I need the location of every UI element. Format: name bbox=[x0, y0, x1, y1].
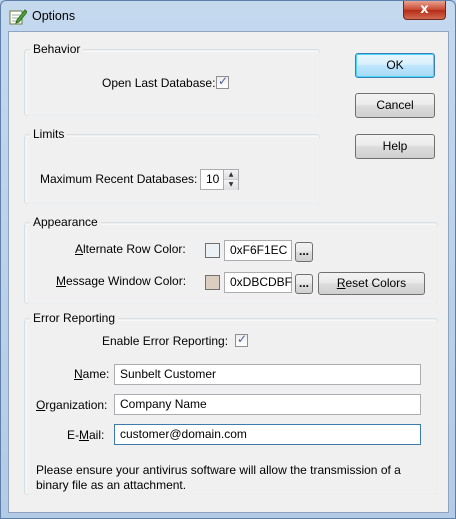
alternate-row-color-browse-button[interactable]: ... bbox=[295, 242, 313, 262]
open-last-database-checkbox[interactable]: ✓ bbox=[216, 74, 229, 89]
enable-error-reporting-checkbox[interactable]: ✓ bbox=[235, 332, 248, 347]
checkmark-icon: ✓ bbox=[218, 74, 229, 88]
options-dialog: Options x Behavior Open Last Database: ✓… bbox=[0, 0, 456, 519]
close-icon: x bbox=[420, 2, 429, 17]
name-label: Name: bbox=[74, 367, 110, 381]
cancel-button[interactable]: Cancel bbox=[355, 93, 435, 118]
organization-input[interactable]: Company Name bbox=[114, 394, 421, 415]
open-last-database-label: Open Last Database: bbox=[102, 76, 216, 90]
alternate-row-color-label: Alternate Row Color: bbox=[75, 242, 186, 256]
message-window-color-browse-button[interactable]: ... bbox=[295, 274, 313, 294]
help-button[interactable]: Help bbox=[355, 134, 435, 159]
email-label: E-Mail: bbox=[67, 428, 105, 442]
alternate-row-color-value[interactable]: 0xF6F1EC bbox=[224, 240, 292, 261]
message-window-color-value[interactable]: 0xDBCDBF bbox=[224, 272, 292, 293]
reset-colors-button[interactable]: Reset Colors bbox=[318, 272, 425, 295]
appearance-group: Appearance Alternate Row Color: 0xF6F1EC… bbox=[24, 215, 438, 304]
title-bar[interactable]: Options x bbox=[1, 1, 455, 31]
organization-label: Organization: bbox=[36, 398, 108, 412]
spin-up-icon[interactable]: ▲ bbox=[224, 170, 238, 180]
max-recent-databases-label: Maximum Recent Databases: bbox=[40, 172, 198, 186]
behavior-group: Behavior Open Last Database: ✓ bbox=[24, 42, 320, 116]
message-window-color-swatch bbox=[205, 275, 220, 290]
error-reporting-group: Error Reporting Enable Error Reporting: … bbox=[24, 311, 438, 495]
limits-group-label: Limits bbox=[30, 127, 68, 141]
limits-group: Limits Maximum Recent Databases: 10 ▲ ▼ bbox=[24, 127, 320, 204]
email-input[interactable]: customer@domain.com bbox=[114, 424, 421, 445]
name-input[interactable]: Sunbelt Customer bbox=[114, 364, 421, 385]
ok-button[interactable]: OK bbox=[355, 53, 435, 78]
antivirus-note: Please ensure your antivirus software wi… bbox=[36, 463, 401, 492]
notepad-pencil-icon bbox=[9, 9, 27, 25]
message-window-color-label: Message Window Color: bbox=[56, 274, 187, 288]
behavior-group-label: Behavior bbox=[30, 42, 84, 56]
window-title: Options bbox=[32, 9, 76, 23]
enable-error-reporting-label: Enable Error Reporting: bbox=[102, 334, 229, 348]
spin-down-icon[interactable]: ▼ bbox=[224, 180, 238, 190]
error-reporting-group-label: Error Reporting bbox=[30, 311, 119, 325]
dialog-client-area: Behavior Open Last Database: ✓ Limits Ma… bbox=[8, 31, 449, 513]
close-button[interactable]: x bbox=[403, 1, 446, 20]
checkmark-icon: ✓ bbox=[237, 332, 248, 346]
alternate-row-color-swatch bbox=[205, 243, 220, 258]
max-recent-databases-input[interactable]: 10 bbox=[200, 169, 224, 190]
appearance-group-label: Appearance bbox=[30, 215, 101, 229]
max-recent-databases-spinner[interactable]: ▲ ▼ bbox=[224, 169, 239, 190]
